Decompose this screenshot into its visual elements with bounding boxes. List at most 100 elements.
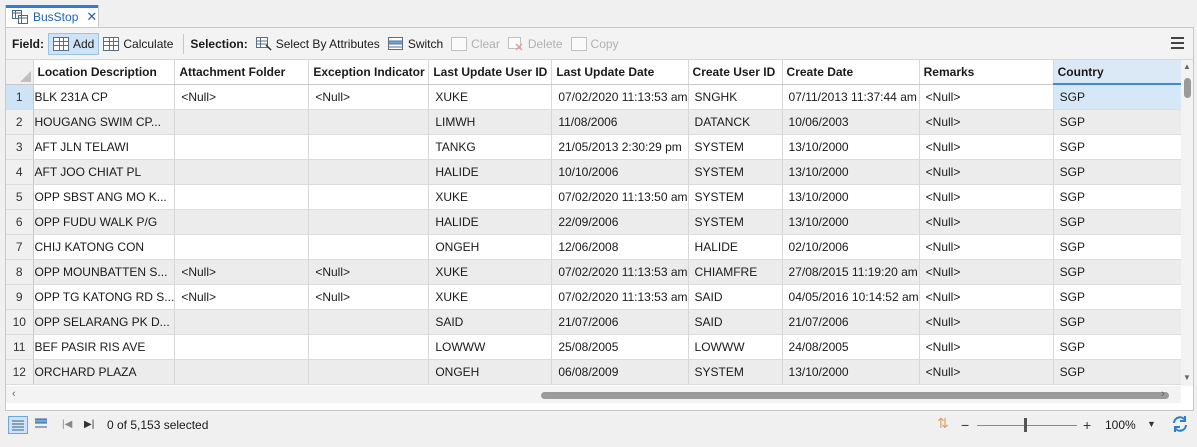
table-cell[interactable]: <Null> <box>308 84 430 110</box>
table-cell[interactable]: OPP SBST ANG MO K... <box>33 184 176 210</box>
table-cell[interactable] <box>174 134 310 160</box>
table-cell[interactable]: HALIDE <box>428 209 553 235</box>
table-cell[interactable]: <Null> <box>919 184 1054 210</box>
table-cell[interactable]: 13/10/2000 <box>782 359 920 385</box>
table-cell[interactable]: SGP <box>1053 84 1192 110</box>
zoom-level[interactable]: 100% <box>1105 418 1136 432</box>
table-cell[interactable]: <Null> <box>919 259 1054 285</box>
scroll-left-icon[interactable]: ‹ <box>12 388 16 400</box>
table-cell[interactable]: 21/07/2006 <box>551 309 689 335</box>
table-cell[interactable]: SGP <box>1053 284 1192 310</box>
table-cell[interactable] <box>174 234 310 260</box>
horizontal-scrollbar[interactable]: ‹ › <box>6 386 1181 403</box>
table-cell[interactable] <box>174 109 310 135</box>
table-row[interactable]: 3 AFT JLN TELAWI TANKG 21/05/2013 2:30:29 p… <box>6 134 1192 160</box>
table-cell[interactable]: SGP <box>1053 359 1192 385</box>
table-cell[interactable]: <Null> <box>174 84 310 110</box>
table-row[interactable]: 8 OPP MOUNBATTEN S... <Null> <Null> XUKE 07/0… <box>6 259 1192 285</box>
refresh-icon[interactable] <box>1170 414 1190 434</box>
table-cell[interactable]: BEF PASIR RIS AVE <box>33 334 176 360</box>
row-number[interactable]: 4 <box>6 159 34 185</box>
table-cell[interactable]: SGP <box>1053 309 1192 335</box>
table-cell[interactable]: 25/08/2005 <box>551 334 689 360</box>
clear-selection-button[interactable]: Clear <box>447 33 504 55</box>
column-header[interactable]: Create User ID <box>688 60 783 85</box>
table-cell[interactable]: AFT JOO CHIAT PL <box>33 159 176 185</box>
table-cell[interactable]: 13/10/2000 <box>782 134 920 160</box>
table-cell[interactable] <box>308 334 430 360</box>
table-cell[interactable]: 13/10/2000 <box>782 209 920 235</box>
zoom-out-button[interactable]: − <box>961 417 969 433</box>
table-cell[interactable]: <Null> <box>919 234 1054 260</box>
chevron-down-icon[interactable]: ▼ <box>1147 419 1156 429</box>
table-row[interactable]: 9 OPP TG KATONG RD S... <Null> <Null> XUKE 07… <box>6 284 1192 310</box>
table-row[interactable]: 12 ORCHARD PLAZA ONGEH 06/08/2009 SYSTEM 13/1… <box>6 359 1192 385</box>
table-cell[interactable]: 12/06/2008 <box>551 234 689 260</box>
table-cell[interactable] <box>308 159 430 185</box>
horizontal-scroll-thumb[interactable] <box>541 392 1169 399</box>
table-cell[interactable]: 06/08/2009 <box>551 359 689 385</box>
table-cell[interactable]: SGP <box>1053 209 1192 235</box>
table-cell[interactable]: CHIJ KATONG CON <box>33 234 176 260</box>
table-cell[interactable]: 24/08/2005 <box>782 334 920 360</box>
table-row[interactable]: 4 AFT JOO CHIAT PL HALIDE 10/10/2006 SYSTEM 1… <box>6 159 1192 185</box>
table-cell[interactable]: SAID <box>688 309 783 335</box>
table-cell[interactable]: SAID <box>688 284 783 310</box>
row-number[interactable]: 10 <box>6 309 34 335</box>
first-record-icon[interactable]: |◀ <box>62 419 72 430</box>
table-cell[interactable]: 07/02/2020 11:13:53 am <box>551 259 689 285</box>
table-cell[interactable]: OPP SELARANG PK D... <box>33 309 176 335</box>
select-all-corner[interactable] <box>6 60 34 85</box>
vertical-scroll-thumb[interactable] <box>1184 78 1191 98</box>
sort-icon[interactable]: ⇅ <box>937 415 949 432</box>
table-cell[interactable]: SGP <box>1053 259 1192 285</box>
table-row[interactable]: 5 OPP SBST ANG MO K... XUKE 07/02/2020 11:1… <box>6 184 1192 210</box>
column-header[interactable]: Remarks <box>919 60 1054 85</box>
column-header[interactable]: Attachment Folder <box>174 60 310 85</box>
table-cell[interactable]: 21/07/2006 <box>782 309 920 335</box>
table-cell[interactable]: 07/02/2020 11:13:53 am <box>551 284 689 310</box>
table-cell[interactable]: <Null> <box>919 284 1054 310</box>
table-cell[interactable]: 21/05/2013 2:30:29 pm <box>551 134 689 160</box>
show-all-records-button[interactable] <box>8 416 28 434</box>
table-cell[interactable]: SYSTEM <box>688 134 783 160</box>
last-record-icon[interactable]: ▶| <box>84 419 94 430</box>
add-field-button[interactable]: Add <box>48 32 100 55</box>
table-cell[interactable]: 04/05/2016 10:14:52 am <box>782 284 920 310</box>
table-cell[interactable]: SYSTEM <box>688 159 783 185</box>
table-cell[interactable]: SGP <box>1053 159 1192 185</box>
table-cell[interactable] <box>174 184 310 210</box>
table-cell[interactable]: XUKE <box>428 84 553 110</box>
table-cell[interactable]: 02/10/2006 <box>782 234 920 260</box>
table-cell[interactable]: 10/10/2006 <box>551 159 689 185</box>
table-cell[interactable]: OPP TG KATONG RD S... <box>33 284 176 310</box>
scroll-down-icon[interactable]: ▼ <box>1183 373 1191 382</box>
table-cell[interactable] <box>308 109 430 135</box>
table-cell[interactable]: SAID <box>428 309 553 335</box>
select-by-attributes-button[interactable]: Select By Attributes <box>252 33 384 55</box>
column-header-selected[interactable]: Country <box>1053 60 1192 85</box>
row-number[interactable]: 11 <box>6 334 34 360</box>
table-row[interactable]: 1 BLK 231A CP <Null> <Null> XUKE 07/02/2020 1… <box>6 84 1192 110</box>
column-header[interactable]: Last Update User ID <box>428 60 553 85</box>
table-cell[interactable]: <Null> <box>919 309 1054 335</box>
column-header[interactable]: Location Description <box>33 60 176 85</box>
table-cell[interactable]: 07/02/2020 11:13:53 am <box>551 84 689 110</box>
table-cell[interactable]: SGP <box>1053 134 1192 160</box>
table-cell[interactable]: <Null> <box>919 134 1054 160</box>
row-number[interactable]: 6 <box>6 209 34 235</box>
table-cell[interactable]: ONGEH <box>428 359 553 385</box>
column-header[interactable]: Exception Indicator <box>308 60 430 85</box>
table-cell[interactable]: LOWWW <box>428 334 553 360</box>
vertical-scrollbar[interactable]: ▲ ▼ <box>1181 60 1193 386</box>
close-icon[interactable]: ✕ <box>86 10 97 23</box>
table-cell[interactable] <box>308 309 430 335</box>
table-cell[interactable]: <Null> <box>919 334 1054 360</box>
row-number[interactable]: 5 <box>6 184 34 210</box>
table-cell[interactable]: <Null> <box>174 284 310 310</box>
copy-selection-button[interactable]: Copy <box>567 33 623 55</box>
zoom-slider[interactable] <box>977 425 1077 426</box>
menu-icon[interactable] <box>1171 37 1184 49</box>
row-number[interactable]: 9 <box>6 284 34 310</box>
table-cell[interactable]: ORCHARD PLAZA <box>33 359 176 385</box>
